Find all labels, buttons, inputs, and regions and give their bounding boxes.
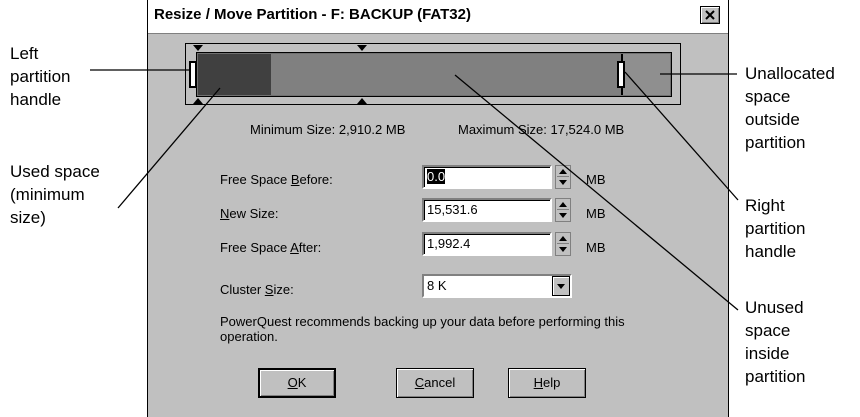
spin-up-icon[interactable] — [559, 169, 567, 174]
free-space-after-spinner[interactable] — [555, 232, 571, 256]
close-button[interactable] — [700, 6, 720, 24]
cancel-button[interactable]: Cancel — [396, 368, 474, 398]
left-partition-handle[interactable] — [189, 61, 197, 88]
callout-unused: Unused space inside partition — [745, 298, 806, 386]
new-size-unit: MB — [586, 206, 606, 221]
spin-down-icon[interactable] — [559, 213, 567, 218]
dialog-title: Resize / Move Partition - F: BACKUP (FAT… — [154, 6, 471, 23]
help-button[interactable]: Help — [508, 368, 586, 398]
maximum-size-value: 17,524.0 MB — [550, 122, 625, 137]
chevron-down-icon — [557, 284, 565, 289]
resize-move-dialog: Resize / Move Partition - F: BACKUP (FAT… — [147, 0, 729, 417]
unallocated-space-region — [621, 54, 670, 95]
free-space-after-unit: MB — [586, 240, 606, 255]
free-space-after-input[interactable]: 1,992.4 — [422, 232, 552, 256]
ok-button[interactable]: OK — [258, 368, 336, 398]
minimum-size-value: 2,910.2 MB — [338, 122, 406, 137]
callout-used-space: Used space (minimum size) — [10, 162, 100, 227]
free-space-before-spinner[interactable] — [555, 165, 571, 189]
free-space-before-unit: MB — [586, 172, 606, 187]
maximum-size-label: Maximum Size: 17,524.0 MB — [458, 122, 625, 137]
close-icon — [705, 10, 715, 20]
new-size-spinner[interactable] — [555, 198, 571, 222]
max-marker-icon — [357, 45, 367, 51]
spin-up-icon[interactable] — [559, 236, 567, 241]
backup-note: PowerQuest recommends backing up your da… — [220, 314, 625, 344]
spin-down-icon[interactable] — [559, 180, 567, 185]
free-space-before-label: Free Space Before: — [220, 172, 333, 187]
left-top-marker-icon — [193, 45, 203, 51]
spin-down-icon[interactable] — [559, 247, 567, 252]
spin-up-icon[interactable] — [559, 202, 567, 207]
min-marker-icon — [357, 98, 367, 104]
free-space-after-label: Free Space After: — [220, 240, 322, 255]
minimum-size-label: Minimum Size: 2,910.2 MB — [250, 122, 406, 137]
right-partition-handle[interactable] — [617, 61, 625, 88]
cluster-size-label: Cluster Size: — [220, 282, 294, 297]
new-size-input[interactable]: 15,531.6 — [422, 198, 552, 222]
left-bottom-marker-icon — [193, 98, 203, 104]
callout-unallocated: Unallocated space outside partition — [745, 64, 835, 152]
used-space-region — [198, 54, 271, 95]
title-bar[interactable]: Resize / Move Partition - F: BACKUP (FAT… — [148, 0, 728, 34]
cluster-size-dropdown-button[interactable] — [552, 276, 570, 296]
free-space-before-input[interactable]: 0.0 — [422, 165, 552, 189]
cluster-size-select[interactable]: 8 K — [422, 274, 572, 298]
callout-right-handle: Right partition handle — [745, 196, 806, 261]
new-size-label: New Size: — [220, 206, 279, 221]
callout-left-handle: Left partition handle — [10, 44, 71, 109]
